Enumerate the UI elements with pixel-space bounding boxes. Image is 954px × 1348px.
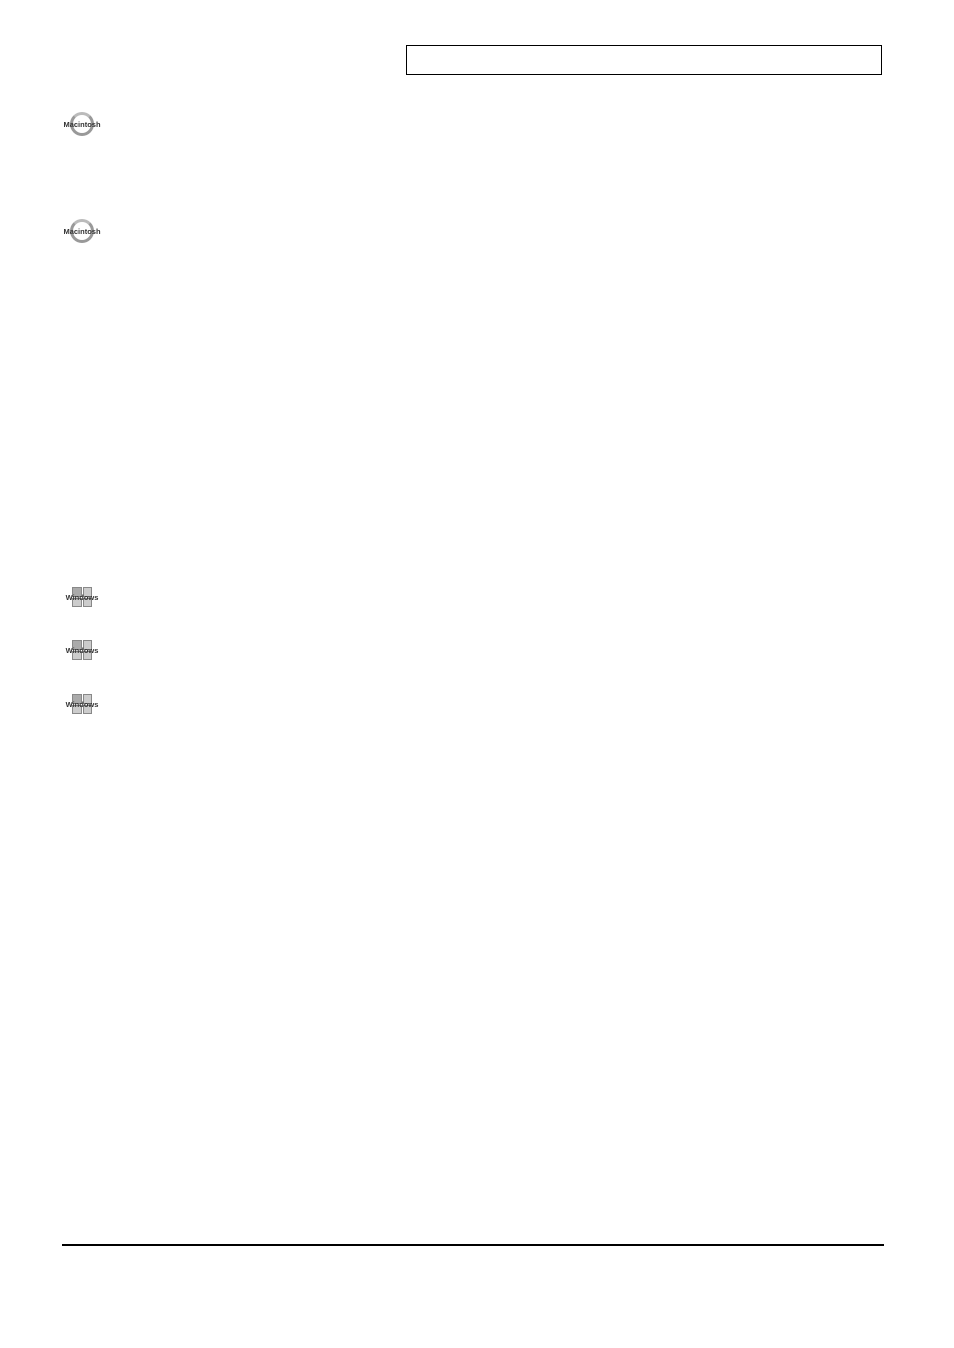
- badge-label: Windows: [66, 593, 99, 602]
- badge-label: Windows: [66, 646, 99, 655]
- macintosh-badge: Macintosh: [62, 110, 102, 138]
- footer-divider: [62, 1244, 884, 1246]
- badge-label: Macintosh: [63, 227, 100, 236]
- windows-badge: Windows: [62, 583, 102, 611]
- badge-label: Macintosh: [63, 120, 100, 129]
- windows-badge: Windows: [62, 690, 102, 718]
- macintosh-badge: Macintosh: [62, 217, 102, 245]
- badge-label: Windows: [66, 700, 99, 709]
- header-box: [406, 45, 882, 75]
- windows-badge: Windows: [62, 636, 102, 664]
